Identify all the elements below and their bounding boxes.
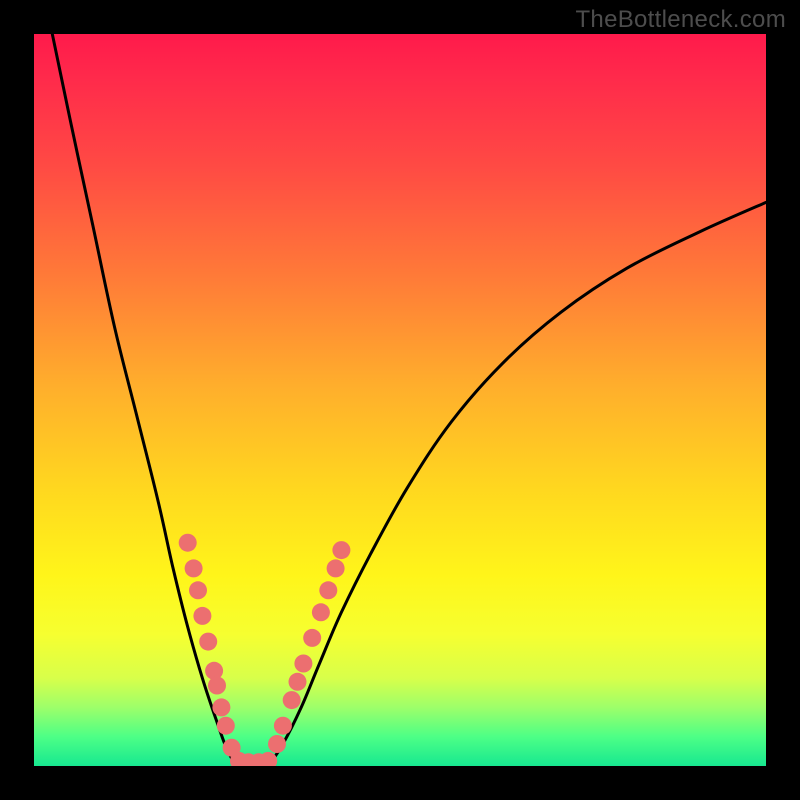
data-marker	[294, 655, 312, 673]
data-marker	[193, 607, 211, 625]
watermark-text: TheBottleneck.com	[575, 6, 786, 34]
data-marker	[283, 691, 301, 709]
data-marker	[332, 541, 350, 559]
bottleneck-curve	[52, 34, 766, 766]
data-marker	[208, 677, 226, 695]
data-marker	[212, 698, 230, 716]
data-marker	[185, 559, 203, 577]
data-marker	[319, 581, 337, 599]
chart-frame: TheBottleneck.com	[0, 0, 800, 800]
plot-area	[34, 34, 766, 766]
data-marker	[268, 735, 286, 753]
data-marker	[312, 603, 330, 621]
data-marker	[289, 673, 307, 691]
curve-layer	[34, 34, 766, 766]
data-marker	[217, 717, 235, 735]
data-marker	[189, 581, 207, 599]
data-marker	[303, 629, 321, 647]
data-marker	[327, 559, 345, 577]
data-marker	[199, 633, 217, 651]
data-marker	[179, 534, 197, 552]
data-marker	[274, 717, 292, 735]
